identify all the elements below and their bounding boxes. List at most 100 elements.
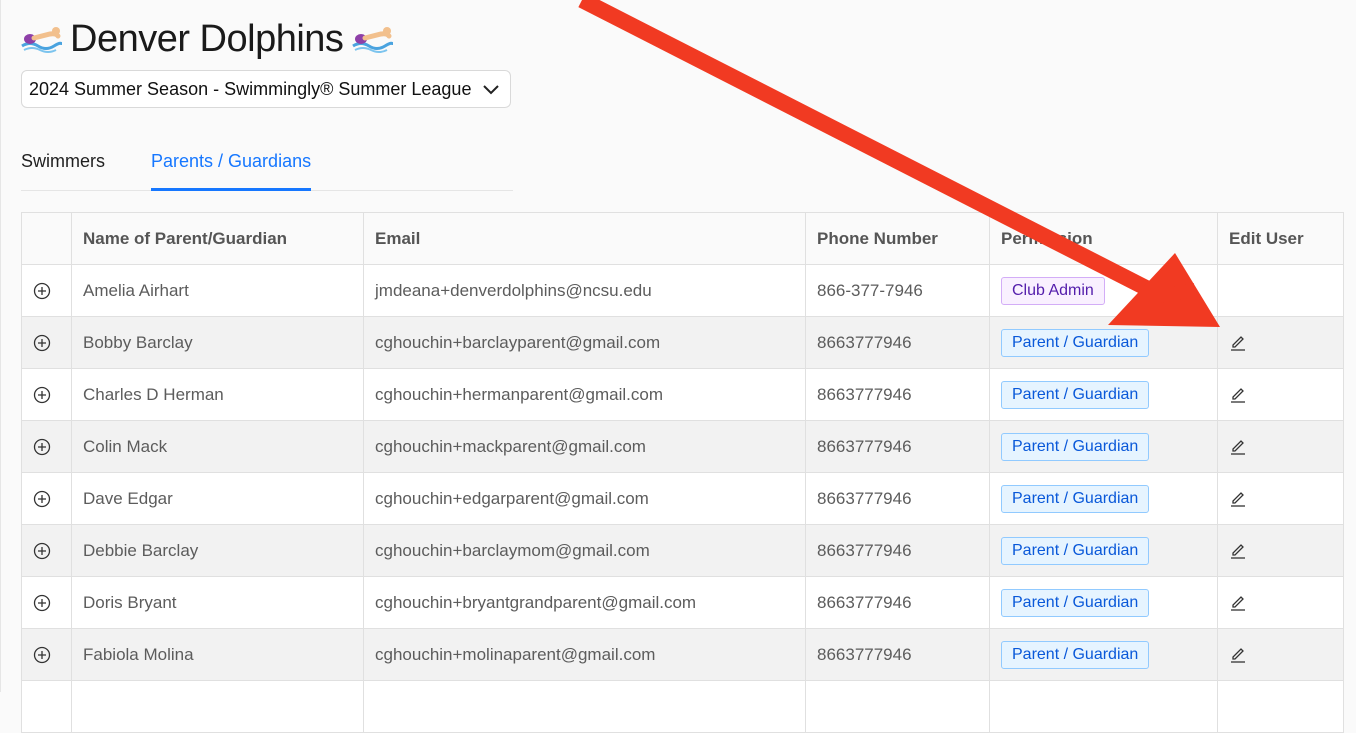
parent-name-cell: Colin Mack <box>71 420 364 473</box>
permission-badge: Club Admin <box>1001 276 1105 305</box>
tab-swimmers[interactable]: Swimmers <box>21 140 105 190</box>
swimmer-emoji-icon <box>21 27 62 53</box>
expand-row-icon[interactable] <box>33 386 51 404</box>
edit-user-cell <box>1217 316 1344 369</box>
edit-user-cell <box>1217 368 1344 421</box>
expand-row-icon[interactable] <box>33 542 51 560</box>
table-row: Dave Edgar cghouchin+edgarparent@gmail.co… <box>21 472 1344 525</box>
parent-name-cell: Amelia Airhart <box>71 264 364 317</box>
expand-row-icon[interactable] <box>33 438 51 456</box>
expand-cell <box>21 420 72 473</box>
column-header-permission[interactable]: Permission <box>989 212 1218 265</box>
email-cell: cghouchin+barclayparent@gmail.com <box>363 316 806 369</box>
column-header-email[interactable]: Email <box>363 212 806 265</box>
permission-cell <box>989 680 1218 733</box>
permission-badge: Parent / Guardian <box>1001 380 1150 409</box>
permission-cell: Parent / Guardian <box>989 368 1218 421</box>
swimmer-emoji-icon <box>352 27 394 53</box>
expand-cell <box>21 680 72 733</box>
expand-row-icon[interactable] <box>33 334 51 352</box>
permission-badge: Parent / Guardian <box>1001 432 1150 461</box>
parent-name-cell: Dave Edgar <box>71 472 364 525</box>
email-cell: cghouchin+edgarparent@gmail.com <box>363 472 806 525</box>
column-header-expand <box>21 212 72 265</box>
phone-cell: 8663777946 <box>805 420 990 473</box>
expand-row-icon[interactable] <box>33 646 51 664</box>
expand-cell <box>21 264 72 317</box>
page-left-border <box>0 0 1 692</box>
column-header-name[interactable]: Name of Parent/Guardian <box>71 212 364 265</box>
permission-cell: Club Admin <box>989 264 1218 317</box>
permission-cell: Parent / Guardian <box>989 628 1218 681</box>
permission-cell: Parent / Guardian <box>989 576 1218 629</box>
column-header-edit-user: Edit User <box>1217 212 1344 265</box>
email-cell: cghouchin+molinaparent@gmail.com <box>363 628 806 681</box>
email-cell: jmdeana+denverdolphins@ncsu.edu <box>363 264 806 317</box>
edit-pencil-icon[interactable] <box>1229 594 1247 612</box>
expand-cell <box>21 316 72 369</box>
email-cell: cghouchin+bryantgrandparent@gmail.com <box>363 576 806 629</box>
table-row <box>21 680 1344 733</box>
chevron-down-icon <box>483 85 499 95</box>
column-header-phone[interactable]: Phone Number <box>805 212 990 265</box>
edit-pencil-icon[interactable] <box>1229 490 1247 508</box>
edit-user-cell <box>1217 420 1344 473</box>
phone-cell: 8663777946 <box>805 576 990 629</box>
edit-pencil-icon[interactable] <box>1229 646 1247 664</box>
edit-pencil-icon[interactable] <box>1229 438 1247 456</box>
table-row: Fabiola Molina cghouchin+molinaparent@gma… <box>21 628 1344 681</box>
parent-name-cell <box>71 680 364 733</box>
table-row: Doris Bryant cghouchin+bryantgrandparent@… <box>21 576 1344 629</box>
edit-user-cell <box>1217 680 1344 733</box>
page-header: Denver Dolphins <box>20 14 394 64</box>
season-select-value: 2024 Summer Season - Swimmingly® Summer … <box>29 78 472 99</box>
phone-cell: 8663777946 <box>805 628 990 681</box>
parent-name-cell: Doris Bryant <box>71 576 364 629</box>
permission-badge: Parent / Guardian <box>1001 640 1150 669</box>
edit-pencil-icon[interactable] <box>1229 334 1247 352</box>
expand-row-icon[interactable] <box>33 282 51 300</box>
email-cell: cghouchin+hermanparent@gmail.com <box>363 368 806 421</box>
table-row: Colin Mack cghouchin+mackparent@gmail.com… <box>21 420 1344 473</box>
permission-cell: Parent / Guardian <box>989 420 1218 473</box>
page-title: Denver Dolphins <box>70 17 344 60</box>
expand-row-icon[interactable] <box>33 594 51 612</box>
parent-name-cell: Fabiola Molina <box>71 628 364 681</box>
permission-cell: Parent / Guardian <box>989 472 1218 525</box>
parent-name-cell: Bobby Barclay <box>71 316 364 369</box>
expand-cell <box>21 472 72 525</box>
edit-user-cell <box>1217 628 1344 681</box>
phone-cell <box>805 680 990 733</box>
tab-bar: Swimmers Parents / Guardians <box>21 140 513 191</box>
table-header-row: Name of Parent/Guardian Email Phone Numb… <box>21 212 1344 265</box>
permission-cell: Parent / Guardian <box>989 524 1218 577</box>
permission-badge: Parent / Guardian <box>1001 588 1150 617</box>
email-cell: cghouchin+barclaymom@gmail.com <box>363 524 806 577</box>
phone-cell: 8663777946 <box>805 316 990 369</box>
edit-user-cell <box>1217 576 1344 629</box>
table-row: Charles D Herman cghouchin+hermanparent@g… <box>21 368 1344 421</box>
expand-cell <box>21 576 72 629</box>
permission-badge: Parent / Guardian <box>1001 328 1150 357</box>
expand-row-icon[interactable] <box>33 490 51 508</box>
phone-cell: 866-377-7946 <box>805 264 990 317</box>
email-cell: cghouchin+mackparent@gmail.com <box>363 420 806 473</box>
parent-name-cell: Debbie Barclay <box>71 524 364 577</box>
permission-cell: Parent / Guardian <box>989 316 1218 369</box>
expand-cell <box>21 524 72 577</box>
permission-badge: Parent / Guardian <box>1001 536 1150 565</box>
edit-user-cell <box>1217 472 1344 525</box>
edit-user-cell <box>1217 264 1344 317</box>
phone-cell: 8663777946 <box>805 524 990 577</box>
parent-name-cell: Charles D Herman <box>71 368 364 421</box>
phone-cell: 8663777946 <box>805 368 990 421</box>
permission-badge: Parent / Guardian <box>1001 484 1150 513</box>
table-row: Debbie Barclay cghouchin+barclaymom@gmail… <box>21 524 1344 577</box>
season-select[interactable]: 2024 Summer Season - Swimmingly® Summer … <box>21 70 511 108</box>
expand-cell <box>21 628 72 681</box>
tab-parents-guardians[interactable]: Parents / Guardians <box>151 140 312 191</box>
edit-pencil-icon[interactable] <box>1229 542 1247 560</box>
email-cell <box>363 680 806 733</box>
edit-pencil-icon[interactable] <box>1229 386 1247 404</box>
table-row: Bobby Barclay cghouchin+barclayparent@gma… <box>21 316 1344 369</box>
